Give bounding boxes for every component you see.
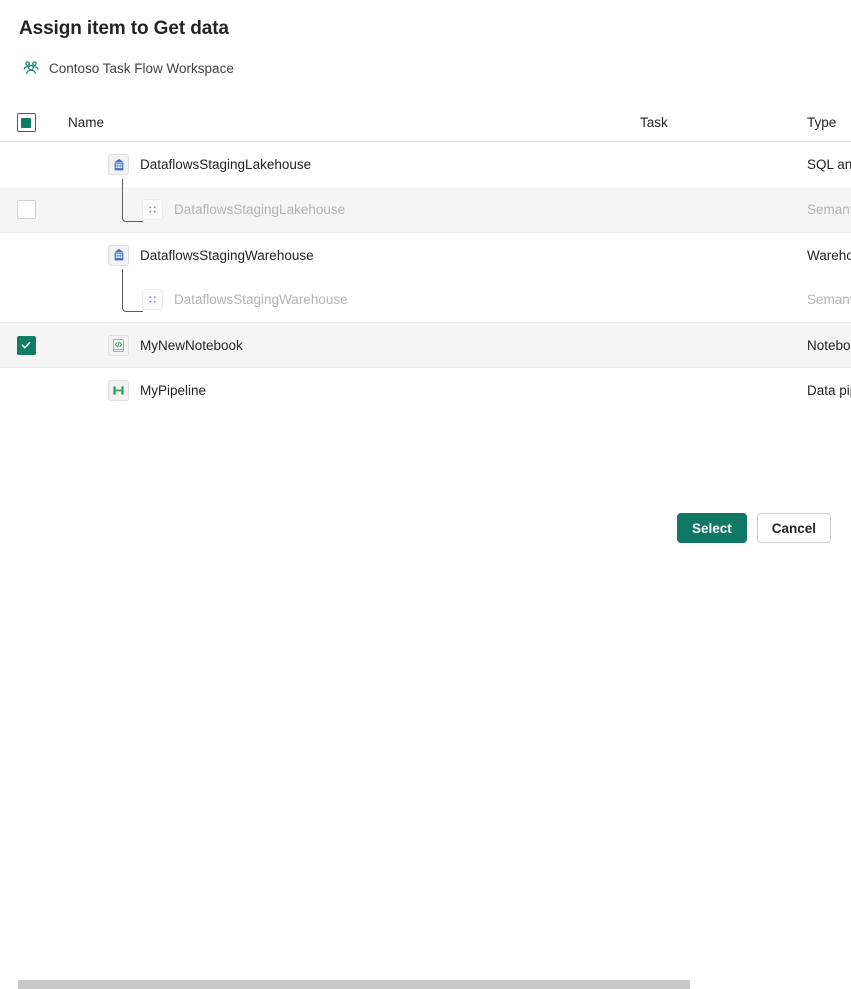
checkmark-icon — [20, 339, 32, 351]
row-name-cell: DataflowsStagingLakehouse — [52, 199, 640, 220]
row-name-cell: DataflowsStagingWarehouse — [52, 245, 640, 266]
select-all-checkbox-cell[interactable] — [0, 113, 52, 132]
row-type-cell: Notebook — [807, 338, 851, 353]
row-type-cell: Semantic model (default) — [807, 202, 851, 217]
select-button[interactable]: Select — [677, 513, 747, 543]
column-header-task-label: Task — [640, 115, 668, 130]
dialog-footer: Select Cancel — [0, 503, 851, 553]
row-name-cell: DataflowsStagingWarehouse — [52, 289, 640, 310]
row-checkbox[interactable] — [17, 336, 36, 355]
row-name-label: MyNewNotebook — [140, 338, 243, 353]
column-header-name-label: Name — [68, 115, 104, 130]
row-name-label: DataflowsStagingWarehouse — [174, 292, 348, 307]
row-name-cell: DataflowsStagingLakehouse — [52, 154, 640, 175]
semantic-model-icon — [142, 199, 163, 220]
column-header-task[interactable]: Task — [640, 115, 807, 130]
workspace-name: Contoso Task Flow Workspace — [49, 61, 234, 76]
table-body: DataflowsStagingLakehouse SQL analytics e… — [0, 142, 851, 412]
column-header-type-label: Type — [807, 115, 836, 130]
row-checkbox-cell[interactable] — [0, 200, 52, 219]
cancel-button[interactable]: Cancel — [757, 513, 831, 543]
warehouse-icon — [108, 245, 129, 266]
table-header-row: Name Task Type Ow — [0, 104, 851, 142]
horizontal-scrollbar-thumb[interactable] — [18, 980, 690, 989]
row-checkbox[interactable] — [17, 200, 36, 219]
checkbox-indeterminate-mark — [21, 118, 31, 128]
lakehouse-icon — [108, 154, 129, 175]
notebook-icon — [108, 335, 129, 356]
table-row[interactable]: MyNewNotebookNotebookPau — [0, 322, 851, 367]
table-row[interactable]: MyPipelineData pipelinePau — [0, 367, 851, 412]
row-name-cell: MyPipeline — [52, 380, 640, 401]
page-title: Assign item to Get data — [19, 18, 229, 40]
table-row[interactable]: DataflowsStagingWarehouseWarehousePau — [0, 232, 851, 277]
row-type-cell: Data pipeline — [807, 383, 851, 398]
row-name-label: DataflowsStagingWarehouse — [140, 248, 314, 263]
horizontal-scrollbar-track[interactable] — [0, 489, 851, 501]
row-name-label: DataflowsStagingLakehouse — [140, 157, 311, 172]
row-type-cell: SQL analytics endpoint — [807, 157, 851, 172]
semantic-model-icon — [142, 289, 163, 310]
row-name-cell: MyNewNotebook — [52, 335, 640, 356]
select-all-checkbox[interactable] — [17, 113, 36, 132]
items-table: Name Task Type Ow DataflowsStagingLakeho… — [0, 104, 851, 412]
column-header-name[interactable]: Name — [52, 115, 640, 130]
row-checkbox-cell[interactable] — [0, 336, 52, 355]
row-type-cell: Warehouse — [807, 248, 851, 263]
breadcrumb: Contoso Task Flow Workspace — [22, 57, 234, 79]
table-row[interactable]: DataflowsStagingLakehouse SQL analytics e… — [0, 142, 851, 187]
workspace-people-icon — [22, 59, 40, 77]
table-row[interactable]: DataflowsStagingWarehouse Semantic model … — [0, 277, 851, 322]
data-pipeline-icon — [108, 380, 129, 401]
table-row[interactable]: DataflowsStagingLakehouse Semantic model … — [0, 187, 851, 232]
row-name-label: DataflowsStagingLakehouse — [174, 202, 345, 217]
row-name-label: MyPipeline — [140, 383, 206, 398]
row-type-cell: Semantic model (default) — [807, 292, 851, 307]
column-header-type[interactable]: Type — [807, 115, 851, 130]
